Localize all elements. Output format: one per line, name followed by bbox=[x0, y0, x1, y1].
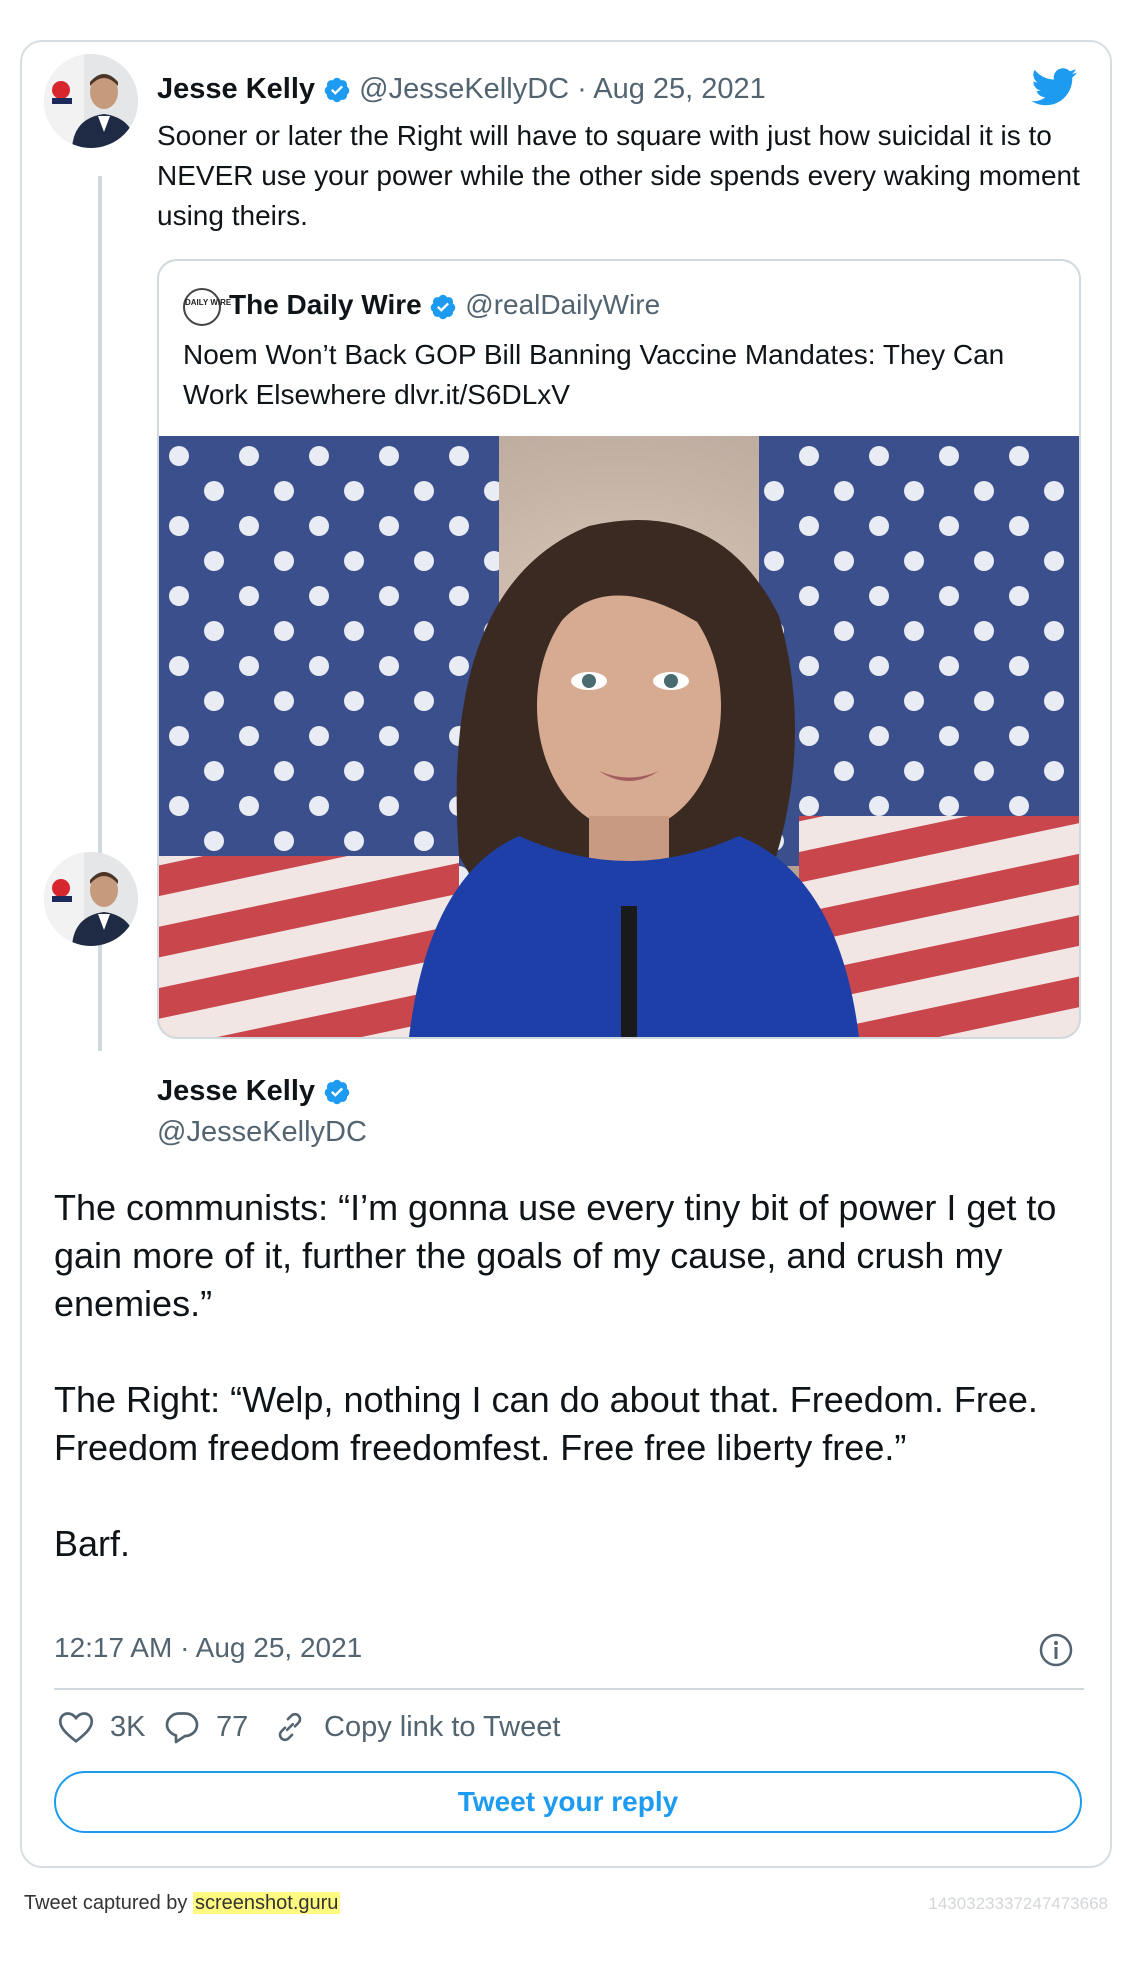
jesse-kelly-avatar[interactable] bbox=[44, 852, 138, 946]
copy-link-label: Copy link to Tweet bbox=[324, 1710, 561, 1743]
reply-paragraph: The communists: “I’m gonna use every tin… bbox=[54, 1187, 1057, 1324]
quoted-header: DAILY WIREThe Daily Wire @realDailyWire bbox=[183, 285, 660, 326]
daily-wire-logo: DAILY WIRE bbox=[183, 287, 231, 326]
quoted-tweet-photo[interactable] bbox=[159, 436, 1079, 1037]
quoted-tweet-text: Noem Won’t Back GOP Bill Banning Vaccine… bbox=[183, 339, 1005, 410]
reply-paragraph: The Right: “Welp, nothing I can do about… bbox=[54, 1379, 1038, 1468]
verified-badge-icon bbox=[324, 1080, 350, 1105]
link-icon bbox=[278, 1712, 302, 1742]
main-author-name[interactable]: Jesse Kelly bbox=[157, 73, 315, 105]
comment-icon bbox=[165, 1712, 199, 1744]
main-tweet-header: Jesse Kelly @JesseKellyDC · Aug 25, 2021 bbox=[157, 72, 766, 106]
verified-badge-icon bbox=[324, 78, 350, 103]
date-separator: · bbox=[569, 73, 594, 105]
info-icon[interactable] bbox=[1038, 1632, 1074, 1668]
quoted-author-name[interactable]: The Daily Wire bbox=[229, 289, 422, 320]
actions-divider bbox=[54, 1688, 1084, 1690]
quoted-tweet[interactable]: DAILY WIREThe Daily Wire @realDailyWire … bbox=[157, 259, 1081, 1039]
reply-action[interactable]: 77 bbox=[164, 1710, 248, 1744]
reply-paragraph: Barf. bbox=[54, 1523, 131, 1564]
copy-link-action[interactable]: Copy link to Tweet bbox=[272, 1710, 560, 1744]
reply-tweet-header: Jesse Kelly bbox=[157, 1071, 351, 1111]
quoted-handle[interactable]: @realDailyWire bbox=[465, 289, 660, 320]
like-action[interactable]: 3K bbox=[58, 1710, 145, 1744]
like-count: 3K bbox=[110, 1710, 146, 1743]
tweet-timestamp[interactable]: 12:17 AM · Aug 25, 2021 bbox=[54, 1628, 362, 1668]
main-tweet-text: Sooner or later the Right will have to s… bbox=[157, 120, 1080, 231]
capture-footer: Tweet captured by screenshot.guru bbox=[24, 1892, 341, 1915]
reply-author-name[interactable]: Jesse Kelly bbox=[157, 1075, 315, 1107]
tweet-id: 1430323337247473668 bbox=[928, 1894, 1108, 1913]
main-handle[interactable]: @JesseKellyDC bbox=[359, 73, 569, 105]
main-date[interactable]: Aug 25, 2021 bbox=[593, 73, 766, 105]
captured-by-label: Tweet captured by bbox=[24, 1892, 193, 1914]
heart-icon bbox=[58, 1712, 94, 1743]
tweet-your-reply-button[interactable]: Tweet your reply bbox=[54, 1771, 1082, 1833]
screenshot-guru-link[interactable]: screenshot.guru bbox=[192, 1892, 341, 1914]
verified-badge-icon bbox=[431, 294, 456, 319]
twitter-bird-icon[interactable] bbox=[1032, 68, 1078, 106]
jesse-kelly-avatar[interactable] bbox=[44, 54, 138, 148]
reply-tweet-body: The communists: “I’m gonna use every tin… bbox=[54, 1184, 1084, 1616]
reply-count: 77 bbox=[216, 1710, 249, 1743]
reply-handle[interactable]: @JesseKellyDC bbox=[157, 1112, 367, 1152]
